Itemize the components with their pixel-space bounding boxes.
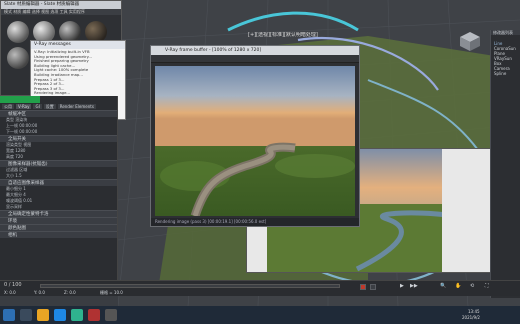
tab-vray[interactable]: V-Ray: [16, 104, 32, 109]
zoom-icon[interactable]: 🔍: [440, 283, 446, 289]
tab-common[interactable]: 公用: [2, 104, 14, 109]
tab-gi[interactable]: GI: [33, 104, 42, 109]
frame-buffer-status: Rendering image (pass 3) [00:00:19.1] [0…: [151, 218, 359, 226]
render-setup-panel[interactable]: 公用 V-Ray GI 设置 Render Elements 帧缓冲区 类型 渲…: [0, 96, 118, 296]
frame-buffer-toolbar[interactable]: RGB color: [151, 55, 359, 71]
render-button[interactable]: [0, 96, 40, 103]
time-slider[interactable]: [40, 284, 340, 288]
play-icon[interactable]: ▶: [400, 283, 404, 289]
command-panel[interactable]: 修改器列表 Line CoronaSun Plane VRaySun Box C…: [490, 30, 520, 298]
coord-z[interactable]: Z: 0.0: [64, 290, 76, 295]
vray-frame-buffer-window[interactable]: V-Ray frame buffer - [100% of 1280 x 720…: [150, 45, 360, 227]
rollout-color-mapping[interactable]: 颜色贴图: [0, 224, 117, 231]
tab-settings[interactable]: 设置: [43, 104, 56, 109]
app-icon[interactable]: [71, 309, 83, 321]
rollout-camera[interactable]: 相机: [0, 231, 117, 238]
material-slot[interactable]: [7, 21, 29, 43]
auto-key-button[interactable]: [360, 284, 366, 290]
windows-taskbar[interactable]: 13:45 2021/9/2: [0, 306, 520, 324]
material-editor-menu[interactable]: 模式 材质 编辑 选择 视图 选项 工具 实用程序: [1, 9, 121, 15]
rollout-adaptive-sampler[interactable]: 自适应图像采样器: [0, 179, 117, 186]
rendered-road-image: [155, 66, 355, 216]
rollout-image-sampler[interactable]: 图像采样器(抗锯齿): [0, 160, 117, 167]
tab-render-elements[interactable]: Render Elements: [57, 104, 96, 109]
modifier-list[interactable]: 修改器列表: [491, 30, 520, 35]
clock-date: 2021/9/2: [462, 315, 480, 320]
app-icon[interactable]: [105, 309, 117, 321]
material-slot[interactable]: [7, 47, 29, 69]
coord-x[interactable]: X: 0.0: [4, 290, 16, 295]
orbit-icon[interactable]: ⟲: [470, 283, 474, 289]
object-list-item[interactable]: Spline: [491, 71, 520, 76]
rollout-environment[interactable]: 环境: [0, 217, 117, 224]
browser-icon[interactable]: [54, 309, 66, 321]
search-icon[interactable]: [20, 309, 32, 321]
next-frame-icon[interactable]: ▶▶: [410, 283, 418, 289]
viewcube-icon[interactable]: [458, 30, 482, 52]
grid-size: 栅格 = 10.0: [100, 290, 123, 295]
frame-counter[interactable]: 0 / 100: [4, 282, 22, 288]
3dsmax-icon[interactable]: [88, 309, 100, 321]
timeline-bar[interactable]: 0 / 100 X: 0.0 Y: 0.0 Z: 0.0 栅格 = 10.0 ▶…: [0, 280, 520, 296]
rollout-global-switches[interactable]: 全局开关: [0, 135, 117, 142]
frame-buffer-title: V-Ray frame buffer - [100% of 1280 x 720…: [151, 46, 359, 55]
start-icon[interactable]: [3, 309, 15, 321]
rollout-frame-buffer[interactable]: 帧缓冲区: [0, 110, 117, 117]
maximize-viewport-icon[interactable]: ⛶: [485, 283, 489, 289]
main-viewport[interactable]: [+][透视][标准][默认明暗处理] Slate 材质编辑器 - Slate …: [0, 0, 520, 306]
rollout-global-dmc[interactable]: 全局确定性蒙特卡洛: [0, 210, 117, 217]
material-editor-title: Slate 材质编辑器 - Slate 材质编辑器: [1, 1, 121, 9]
explorer-icon[interactable]: [37, 309, 49, 321]
pan-icon[interactable]: ✋: [455, 283, 461, 289]
clock-time: 13:45: [468, 309, 480, 314]
set-key-button[interactable]: [370, 284, 376, 290]
viewport-label[interactable]: [+][透视][标准][默认明暗处理]: [248, 32, 318, 38]
coord-y[interactable]: Y: 0.0: [34, 290, 45, 295]
render-output: [155, 66, 355, 216]
vray-messages-title: V-Ray messages: [31, 41, 125, 49]
